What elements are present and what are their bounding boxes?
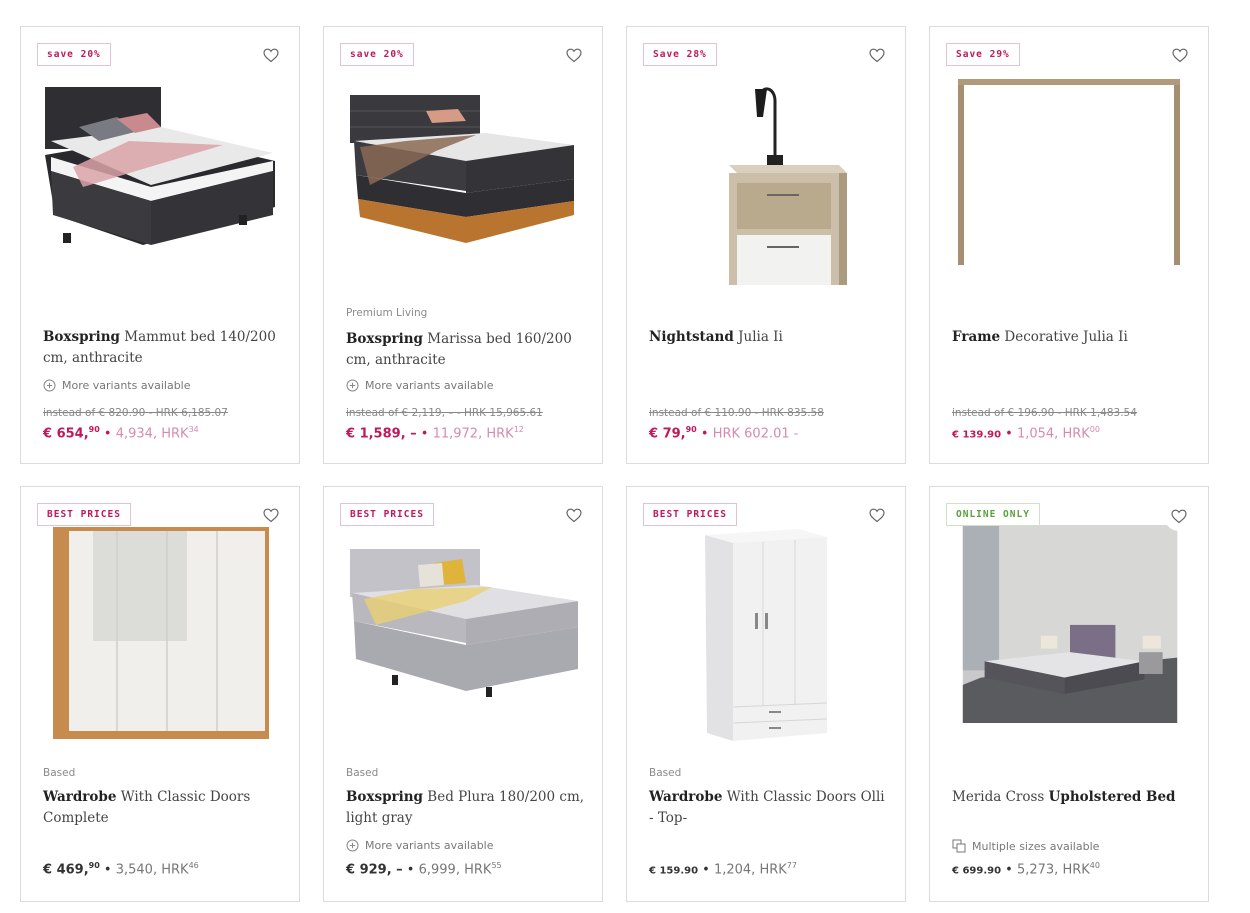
brand-label: Based	[43, 767, 76, 779]
plus-circle-icon	[346, 839, 359, 852]
old-price: instead of € 110.90 - HRK 835.58	[649, 407, 824, 419]
product-card[interactable]: BEST PRICES Based Wardrobe With Classic …	[626, 486, 906, 902]
product-card[interactable]: Save 29% Frame Decorative Julia Ii inste…	[929, 26, 1209, 464]
variants-note[interactable]: More variants available	[43, 379, 191, 392]
discount-badge: save 20%	[37, 43, 111, 66]
heart-icon[interactable]	[564, 45, 584, 65]
product-title[interactable]: Nightstand Julia Ii	[649, 327, 889, 348]
product-image[interactable]	[952, 525, 1188, 743]
price: € 139.90 • 1,054, HRK00	[952, 425, 1100, 442]
variants-note[interactable]: More variants available	[346, 379, 494, 392]
variants-label: More variants available	[365, 379, 494, 392]
best-prices-badge: BEST PRICES	[340, 503, 434, 526]
price: € 159.90 • 1,204, HRK77	[649, 861, 797, 878]
old-price: instead of € 196.90 - HRK 1,483.54	[952, 407, 1137, 419]
product-image[interactable]	[346, 75, 582, 285]
brand-label: Based	[346, 767, 379, 779]
plus-circle-icon	[43, 379, 56, 392]
plus-circle-icon	[346, 379, 359, 392]
price: € 654,90 • 4,934, HRK34	[43, 425, 199, 442]
brand-label: Based	[649, 767, 682, 779]
product-image[interactable]	[952, 75, 1188, 285]
heart-icon[interactable]	[564, 505, 584, 525]
product-card[interactable]: save 20% Premium Living Boxspring Mariss…	[323, 26, 603, 464]
heart-icon[interactable]	[261, 505, 281, 525]
online-only-badge: ONLINE ONLY	[946, 503, 1040, 526]
sizes-note[interactable]: Multiple sizes available	[952, 839, 1099, 853]
heart-icon[interactable]	[867, 505, 887, 525]
product-card[interactable]: ONLINE ONLY Merida Cross Upholstered Bed…	[929, 486, 1209, 902]
price: € 79,90 • HRK 602.01 -	[649, 425, 799, 442]
product-card[interactable]: BEST PRICES Based Wardrobe With Classic …	[20, 486, 300, 902]
product-image[interactable]	[649, 509, 885, 749]
heart-icon[interactable]	[261, 45, 281, 65]
discount-badge: Save 29%	[946, 43, 1020, 66]
product-title[interactable]: Boxspring Marissa bed 160/200 cm, anthra…	[346, 329, 586, 371]
best-prices-badge: BEST PRICES	[37, 503, 131, 526]
product-image[interactable]	[43, 509, 279, 749]
product-title[interactable]: Boxspring Mammut bed 140/200 cm, anthrac…	[43, 327, 283, 369]
price: € 1,589, – • 11,972, HRK12	[346, 425, 524, 442]
product-title[interactable]: Boxspring Bed Plura 180/200 cm, light gr…	[346, 787, 586, 829]
product-title[interactable]: Wardrobe With Classic Doors Complete	[43, 787, 283, 829]
discount-badge: Save 28%	[643, 43, 717, 66]
heart-icon[interactable]	[1164, 501, 1194, 531]
discount-badge: save 20%	[340, 43, 414, 66]
brand-label: Premium Living	[346, 307, 428, 319]
old-price: instead of € 820.90 - HRK 6,185.07	[43, 407, 228, 419]
product-card[interactable]: save 20% Boxspring Mammut bed 140/200 cm…	[20, 26, 300, 464]
product-image[interactable]	[649, 75, 885, 285]
heart-icon[interactable]	[1170, 45, 1190, 65]
price: € 929, – • 6,999, HRK55	[346, 861, 502, 878]
variants-note[interactable]: More variants available	[346, 839, 494, 852]
product-card[interactable]: Save 28% Nightstand Julia Ii instead of …	[626, 26, 906, 464]
heart-icon[interactable]	[867, 45, 887, 65]
product-card[interactable]: BEST PRICES Based Boxspring Bed Plura 18…	[323, 486, 603, 902]
product-title[interactable]: Wardrobe With Classic Doors Olli - Top-	[649, 787, 889, 829]
price: € 469,90 • 3,540, HRK46	[43, 861, 199, 878]
multiple-sizes-icon	[952, 839, 966, 853]
variants-label: More variants available	[62, 379, 191, 392]
product-image[interactable]	[43, 75, 279, 285]
price: € 699.90 • 5,273, HRK40	[952, 861, 1100, 878]
sizes-label: Multiple sizes available	[972, 839, 1100, 853]
variants-label: More variants available	[365, 839, 494, 852]
product-title[interactable]: Merida Cross Upholstered Bed	[952, 787, 1192, 808]
product-image[interactable]	[346, 509, 582, 749]
old-price: instead of € 2,119, – - HRK 15,965.61	[346, 407, 543, 419]
product-title[interactable]: Frame Decorative Julia Ii	[952, 327, 1192, 348]
best-prices-badge: BEST PRICES	[643, 503, 737, 526]
